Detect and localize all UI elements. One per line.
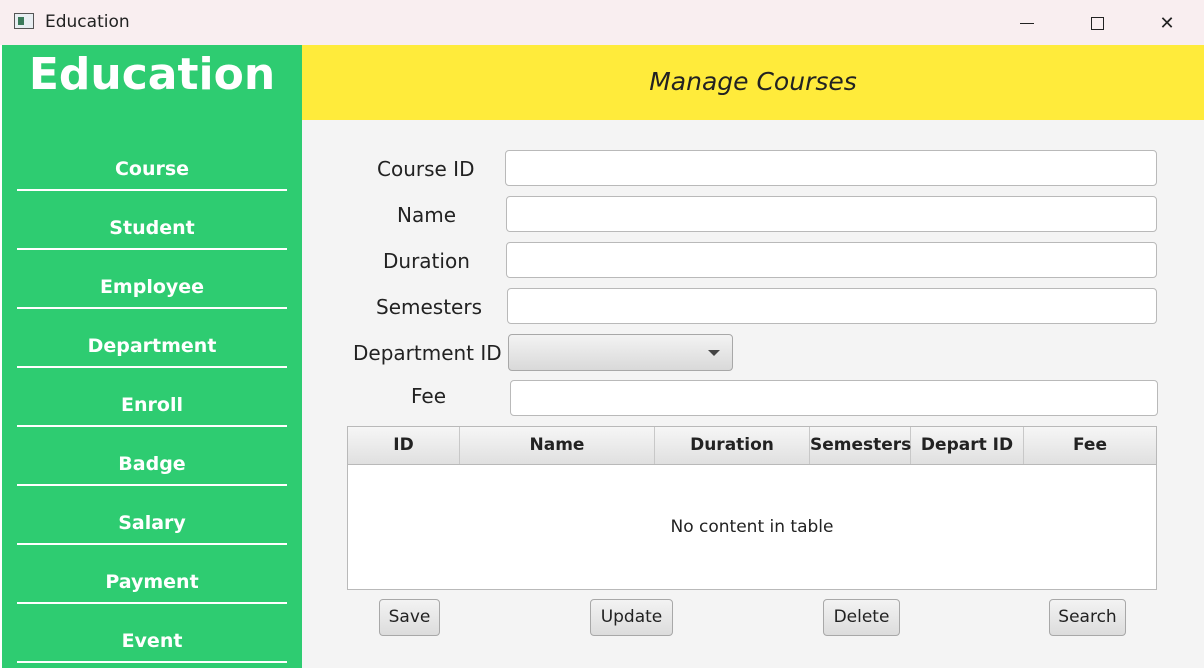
column-header-semesters[interactable]: Semesters xyxy=(810,427,911,464)
name-field[interactable] xyxy=(506,196,1157,232)
sidebar-item-payment[interactable]: Payment xyxy=(17,564,287,604)
chevron-down-icon xyxy=(708,350,720,356)
minimize-button[interactable] xyxy=(1004,8,1050,38)
sidebar: Education Course Student Employee Depart… xyxy=(2,45,302,668)
title-bar: Education ✕ xyxy=(0,0,1204,45)
fee-label: Fee xyxy=(411,384,447,408)
semesters-label: Semesters xyxy=(376,295,482,319)
department-id-label: Department ID xyxy=(353,341,502,365)
name-label: Name xyxy=(397,203,457,227)
department-id-select[interactable] xyxy=(508,334,733,371)
sidebar-item-department[interactable]: Department xyxy=(17,328,287,368)
column-header-depart-id[interactable]: Depart ID xyxy=(911,427,1024,464)
column-header-duration[interactable]: Duration xyxy=(655,427,810,464)
column-header-name[interactable]: Name xyxy=(460,427,655,464)
maximize-icon xyxy=(1090,16,1104,30)
semesters-field[interactable] xyxy=(507,288,1157,324)
main-content: Course ID Name Duration Semesters Depart… xyxy=(302,120,1204,668)
page-title: Manage Courses xyxy=(649,67,857,96)
column-header-fee[interactable]: Fee xyxy=(1024,427,1156,464)
page-header: Manage Courses xyxy=(302,45,1204,120)
app-icon xyxy=(14,13,34,29)
table-header: ID Name Duration Semesters Depart ID Fee xyxy=(348,427,1156,465)
save-button[interactable]: Save xyxy=(379,599,440,636)
delete-button[interactable]: Delete xyxy=(823,599,900,636)
fee-field[interactable] xyxy=(510,380,1158,416)
close-button[interactable]: ✕ xyxy=(1144,8,1190,38)
sidebar-item-event[interactable]: Event xyxy=(17,623,287,663)
sidebar-item-course[interactable]: Course xyxy=(17,151,287,191)
minimize-icon xyxy=(1020,22,1034,24)
sidebar-item-salary[interactable]: Salary xyxy=(17,505,287,545)
sidebar-item-badge[interactable]: Badge xyxy=(17,446,287,486)
window-title: Education xyxy=(45,12,130,32)
update-button[interactable]: Update xyxy=(590,599,673,636)
sidebar-item-enroll[interactable]: Enroll xyxy=(17,387,287,427)
table-empty-message: No content in table xyxy=(670,517,834,537)
duration-field[interactable] xyxy=(506,242,1157,278)
close-icon: ✕ xyxy=(1159,12,1175,34)
course-id-field[interactable] xyxy=(505,150,1157,186)
sidebar-item-employee[interactable]: Employee xyxy=(17,269,287,309)
maximize-button[interactable] xyxy=(1074,8,1120,38)
course-id-label: Course ID xyxy=(377,157,475,181)
brand-title: Education xyxy=(28,49,276,100)
duration-label: Duration xyxy=(383,249,470,273)
column-header-id[interactable]: ID xyxy=(348,427,460,464)
sidebar-item-student[interactable]: Student xyxy=(17,210,287,250)
search-button[interactable]: Search xyxy=(1049,599,1126,636)
courses-table: ID Name Duration Semesters Depart ID Fee… xyxy=(347,426,1157,590)
